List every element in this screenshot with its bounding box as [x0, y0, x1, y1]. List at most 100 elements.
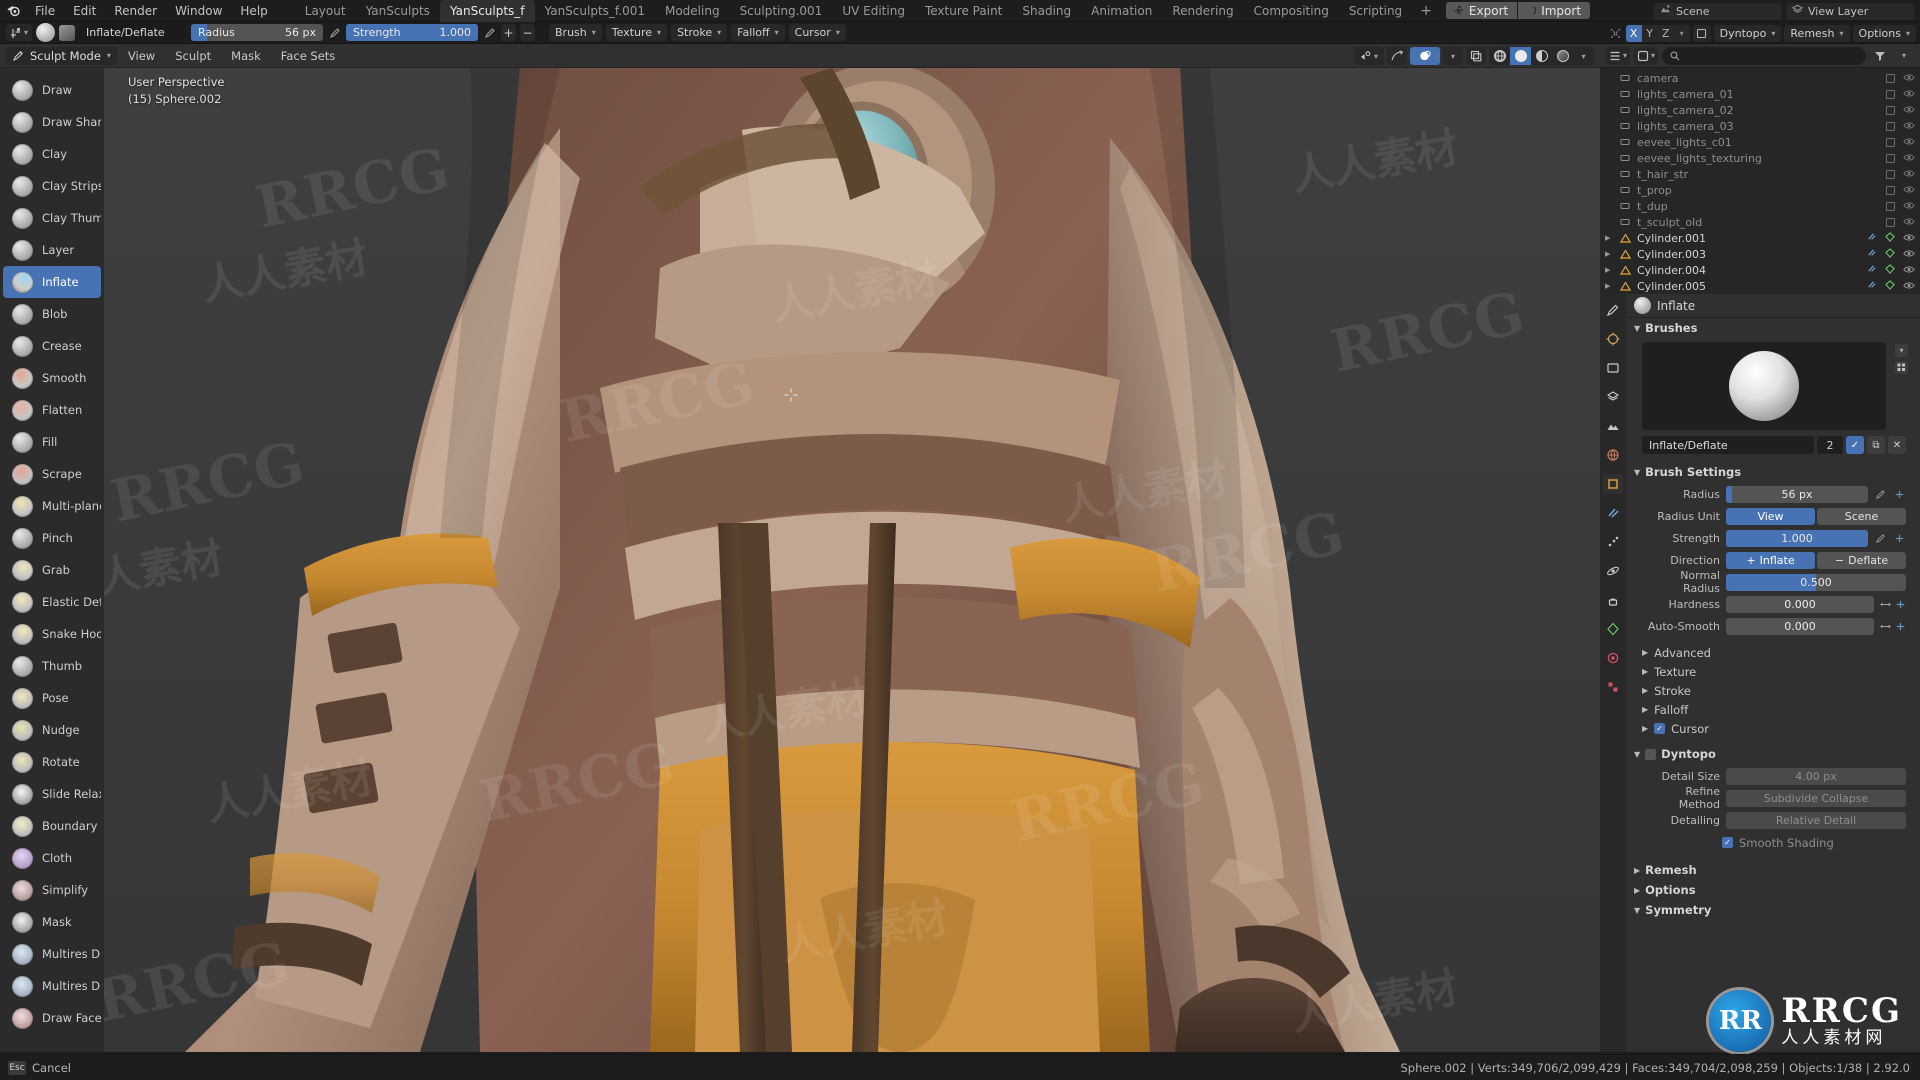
workspace-tab-modeling[interactable]: Modeling [655, 0, 730, 22]
workspace-tab-uv-editing[interactable]: UV Editing [832, 0, 915, 22]
outliner-item-lights-camera-01[interactable]: lights_camera_01 [1600, 86, 1920, 102]
brush-tool-clay-strips[interactable]: Clay Strips [3, 170, 101, 202]
outliner-row-toggles[interactable] [1886, 216, 1915, 229]
outliner-row-toggles[interactable] [1886, 168, 1915, 181]
viewport-menu-sculpt[interactable]: Sculpt [166, 44, 220, 68]
symmetry-options-chevron[interactable]: ▾ [1673, 24, 1690, 42]
brush-tool-crease[interactable]: Crease [3, 330, 101, 362]
checkbox-icon[interactable] [1886, 89, 1895, 99]
brush-fake-user-button[interactable]: ✓ [1846, 436, 1864, 454]
3d-viewport[interactable]: User Perspective (15) Sphere.002 RRCG 人人… [0, 68, 1600, 1052]
mesh-symmetry-icon[interactable] [1608, 25, 1623, 42]
brush-tool-pinch[interactable]: Pinch [3, 522, 101, 554]
brush-dropdown[interactable]: Brush ▾ [549, 24, 602, 41]
shading-material-button[interactable] [1531, 47, 1552, 65]
outliner-row-toggles[interactable] [1886, 152, 1915, 165]
brushes-section-header[interactable]: ▼ Brushes [1626, 318, 1920, 338]
brush-tool-draw-face-sets[interactable]: Draw Face Se... [3, 1002, 101, 1034]
symmetry-axis-y[interactable]: Y [1641, 24, 1658, 42]
dyntopo-toggle-checkbox[interactable] [1692, 24, 1711, 42]
mesh-data-icon[interactable] [1885, 231, 1895, 245]
brush-tool-mask[interactable]: Mask [3, 906, 101, 938]
gizmo-toggle[interactable] [1387, 47, 1407, 65]
brush-tool-pose[interactable]: Pose [3, 682, 101, 714]
brush-tool-smooth[interactable]: Smooth [3, 362, 101, 394]
export-button[interactable]: Export [1445, 2, 1518, 19]
eye-icon[interactable] [1903, 104, 1915, 117]
properties-tab-material[interactable] [1603, 648, 1623, 668]
dyntopo-section-header[interactable]: ▼ Dyntopo [1626, 744, 1920, 764]
outliner-row-toggles[interactable] [1867, 247, 1915, 261]
dyntopo-checkbox[interactable] [1645, 748, 1657, 760]
brush-tool-rotate[interactable]: Rotate [3, 746, 101, 778]
eye-icon[interactable] [1903, 120, 1915, 133]
mesh-data-icon[interactable] [1885, 263, 1895, 277]
brush-list-grid-button[interactable] [1895, 361, 1908, 374]
shading-options-dropdown[interactable]: ▾ [1573, 47, 1594, 65]
mesh-data-icon[interactable] [1885, 247, 1895, 261]
normal-radius-slider[interactable]: 0.500 [1726, 573, 1906, 591]
brush-tool-elastic-deform[interactable]: Elastic Deform [3, 586, 101, 618]
texture-dropdown[interactable]: Texture ▾ [605, 24, 668, 41]
brush-tool-snake-hook[interactable]: Snake Hook [3, 618, 101, 650]
workspace-tab-scripting[interactable]: Scripting [1339, 0, 1412, 22]
overlays-dropdown[interactable]: ▾ [1443, 47, 1463, 65]
visibility-selector[interactable]: ▾ [1354, 47, 1384, 65]
outliner-item-cylinder-001[interactable]: ▶ Cylinder.001 [1600, 230, 1920, 246]
brush-unlink-button[interactable]: ✕ [1888, 436, 1906, 454]
modifier-icon[interactable] [1867, 264, 1877, 277]
add-workspace-button[interactable]: + [1412, 0, 1440, 22]
brush-tool-draw[interactable]: Draw [3, 74, 101, 106]
outliner-row-toggles[interactable] [1867, 231, 1915, 245]
radius-property-slider[interactable]: 56 px [1726, 485, 1868, 503]
symmetry-axis-x[interactable]: X [1625, 24, 1642, 42]
brush-tool-multires-displacement-smear[interactable]: Multires Displ... [3, 970, 101, 1002]
checkbox-icon[interactable] [1886, 169, 1895, 179]
auto-smooth-extra-icons[interactable] [1880, 621, 1906, 632]
brush-tool-layer[interactable]: Layer [3, 234, 101, 266]
symmetry-section-header[interactable]: ▼ Symmetry [1626, 900, 1920, 920]
properties-tab-physics[interactable] [1603, 561, 1623, 581]
cursor-checkbox[interactable]: ✓ [1654, 723, 1666, 734]
brush-tool-flatten[interactable]: Flatten [3, 394, 101, 426]
expand-triangle-icon[interactable]: ▶ [1605, 266, 1610, 274]
brush-datablock-icon[interactable] [59, 24, 75, 41]
brush-users-count[interactable]: 2 [1817, 436, 1843, 454]
remesh-dropdown[interactable]: Remesh ▾ [1784, 24, 1850, 42]
outliner-row-toggles[interactable] [1867, 279, 1915, 293]
radius-pressure-icon[interactable] [1874, 489, 1887, 500]
outliner-item-t-hair-str[interactable]: t_hair_str [1600, 166, 1920, 182]
direction-deflate-button[interactable]: − Deflate [1817, 551, 1906, 569]
dyntopo-dropdown[interactable]: Dyntopo ▾ [1713, 24, 1782, 42]
properties-tab-data[interactable] [1603, 619, 1623, 639]
eye-icon[interactable] [1903, 184, 1915, 197]
refine-method-dropdown[interactable]: Subdivide Collapse [1726, 789, 1906, 807]
subtract-brush-button[interactable]: − [520, 24, 535, 41]
mesh-data-icon[interactable] [1885, 279, 1895, 293]
workspace-tab-compositing[interactable]: Compositing [1244, 0, 1339, 22]
properties-content[interactable]: Inflate ▼ Brushes ▾ Inflate/Deflate 2 ✓ [1626, 294, 1920, 1052]
eye-icon[interactable] [1903, 168, 1915, 181]
brush-settings-section-header[interactable]: ▼ Brush Settings [1626, 462, 1920, 482]
properties-tab-scene[interactable] [1603, 416, 1623, 436]
brush-preview-panel[interactable] [1642, 342, 1886, 430]
checkbox-icon[interactable] [1886, 185, 1895, 195]
radius-slider[interactable]: Radius 56 px [191, 24, 323, 41]
outliner-item-cylinder-003[interactable]: ▶ Cylinder.003 [1600, 246, 1920, 262]
outliner-row-toggles[interactable] [1886, 120, 1915, 133]
outliner-search-input[interactable] [1662, 46, 1866, 65]
properties-tab-tool[interactable] [1603, 300, 1623, 320]
checkbox-icon[interactable] [1886, 105, 1895, 115]
outliner-editor[interactable]: ▾ ▾ ▾ camera lights_camera_01 lights_cam… [1600, 44, 1920, 294]
outliner-item-lights-camera-03[interactable]: lights_camera_03 [1600, 118, 1920, 134]
properties-tab-constraints[interactable] [1603, 590, 1623, 610]
properties-tab-world[interactable] [1603, 445, 1623, 465]
subsection-stroke[interactable]: ▶ Stroke [1626, 681, 1920, 700]
outliner-row-toggles[interactable] [1886, 104, 1915, 117]
workspace-tab-yansculpts-f001[interactable]: YanSculpts_f.001 [535, 0, 655, 22]
brush-tool-scrape[interactable]: Scrape [3, 458, 101, 490]
outliner-row-toggles[interactable] [1886, 72, 1915, 85]
expand-triangle-icon[interactable]: ▶ [1605, 234, 1610, 242]
workspace-tab-yansculpts-f[interactable]: YanSculpts_f [439, 0, 535, 22]
radius-unit-view-button[interactable]: View [1726, 507, 1815, 525]
